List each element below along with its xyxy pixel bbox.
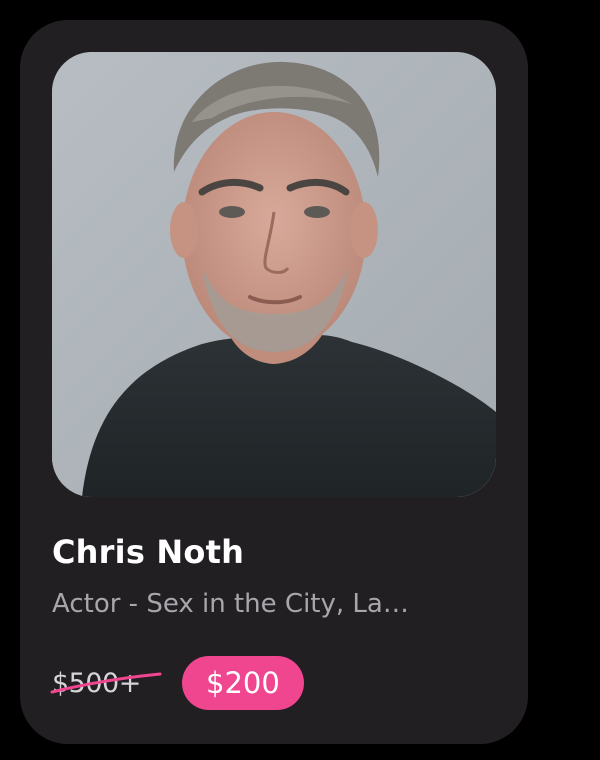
- discount-price-badge[interactable]: $200: [182, 656, 304, 710]
- original-price-group: $500+: [50, 662, 162, 706]
- profile-card[interactable]: Chris Noth Actor - Sex in the City, La… …: [20, 20, 528, 744]
- profile-name: Chris Noth: [52, 533, 245, 571]
- original-price: $500+: [52, 668, 141, 699]
- profile-subtitle: Actor - Sex in the City, La…: [52, 589, 409, 619]
- profile-photo: [52, 52, 496, 497]
